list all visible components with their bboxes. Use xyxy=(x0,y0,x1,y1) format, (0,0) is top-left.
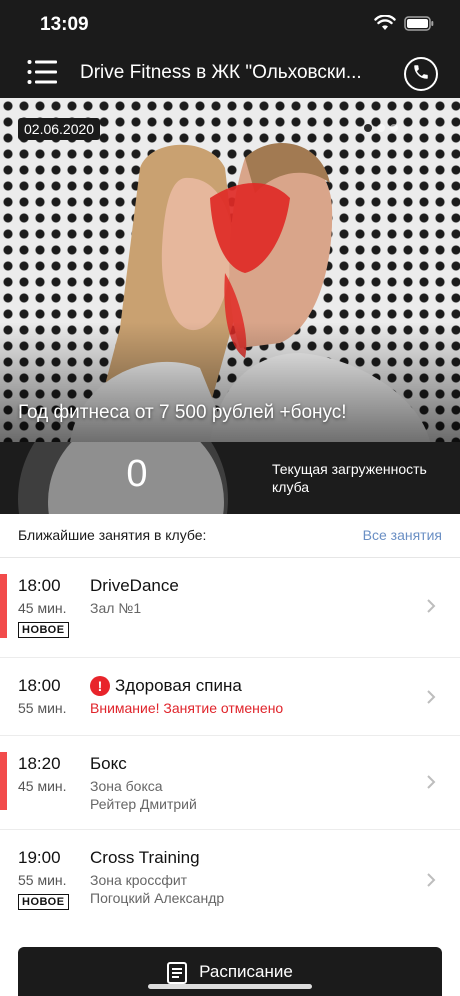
class-time: 18:00 xyxy=(18,576,61,595)
class-row[interactable]: 18:00 45 мин. НОВОЕ DriveDance Зал №1 xyxy=(0,558,460,658)
class-cancelled-warning: Внимание! Занятие отменено xyxy=(90,700,284,716)
class-row[interactable]: 19:00 55 мин. НОВОЕ Cross Training Зона … xyxy=(0,830,460,934)
nav-bar: Drive Fitness в ЖК "Ольховски... xyxy=(0,48,460,98)
class-trainer: Погоцкий Александр xyxy=(90,890,225,906)
class-trainer: Рейтер Дмитрий xyxy=(90,796,197,812)
class-name: Бокс xyxy=(90,754,127,773)
class-row[interactable]: 18:20 45 мин. Бокс Зона бокса Рейтер Дми… xyxy=(0,736,460,830)
class-name: Здоровая спина xyxy=(115,676,242,695)
club-load-value: 0 xyxy=(126,453,148,495)
chevron-right-icon xyxy=(426,872,436,888)
all-classes-link[interactable]: Все занятия xyxy=(363,527,442,543)
new-badge: НОВОЕ xyxy=(18,894,69,910)
battery-icon xyxy=(404,15,434,31)
banner-pager[interactable] xyxy=(364,124,398,132)
alert-icon: ! xyxy=(90,676,110,696)
call-button[interactable] xyxy=(404,57,438,91)
class-row[interactable]: 18:00 55 мин. ! Здоровая спина Внимание!… xyxy=(0,658,460,736)
class-time: 18:20 xyxy=(18,754,61,773)
pager-dot[interactable] xyxy=(377,124,385,132)
class-location: Зона кроссфит xyxy=(90,872,188,888)
banner-date-badge: 02.06.2020 xyxy=(18,118,101,140)
status-icons xyxy=(374,15,434,31)
menu-icon[interactable] xyxy=(27,59,57,85)
phone-icon xyxy=(412,63,430,86)
class-marker xyxy=(0,752,7,810)
wifi-icon xyxy=(374,15,396,31)
pager-dot[interactable] xyxy=(390,124,398,132)
chevron-right-icon xyxy=(426,689,436,705)
banner-shade xyxy=(0,322,460,442)
class-duration: 45 мин. xyxy=(18,778,67,794)
status-time: 13:09 xyxy=(40,14,89,35)
club-load-label: Текущая загруженность клуба xyxy=(272,461,427,495)
club-load-panel: 0 Текущая загруженность клуба xyxy=(0,442,460,514)
class-marker xyxy=(0,574,7,638)
banner-caption: Год фитнеса от 7 500 рублей +бонус! xyxy=(18,402,347,423)
class-location: Зал №1 xyxy=(90,600,142,616)
schedule-label: Расписание xyxy=(199,962,293,981)
club-title: Drive Fitness в ЖК "Ольховски... xyxy=(80,62,362,83)
class-name: Cross Training xyxy=(90,848,200,867)
class-duration: 55 мин. xyxy=(18,700,67,716)
new-badge: НОВОЕ xyxy=(18,622,69,638)
class-duration: 55 мин. xyxy=(18,872,67,888)
class-time: 19:00 xyxy=(18,848,61,867)
class-duration: 45 мин. xyxy=(18,600,67,616)
pager-dot[interactable] xyxy=(364,124,372,132)
promo-banner[interactable]: 02.06.2020 Год фитнеса от 7 500 рублей +… xyxy=(0,98,460,442)
class-location: Зона бокса xyxy=(90,778,163,794)
upcoming-classes-header: Ближайшие занятия в клубе: Все занятия xyxy=(0,514,460,558)
chevron-right-icon xyxy=(426,774,436,790)
chevron-right-icon xyxy=(426,598,436,614)
class-name: DriveDance xyxy=(90,576,179,595)
class-time: 18:00 xyxy=(18,676,61,695)
status-bar: 13:09 xyxy=(0,0,460,48)
section-title: Ближайшие занятия в клубе: xyxy=(18,527,207,543)
home-indicator[interactable] xyxy=(148,984,312,989)
